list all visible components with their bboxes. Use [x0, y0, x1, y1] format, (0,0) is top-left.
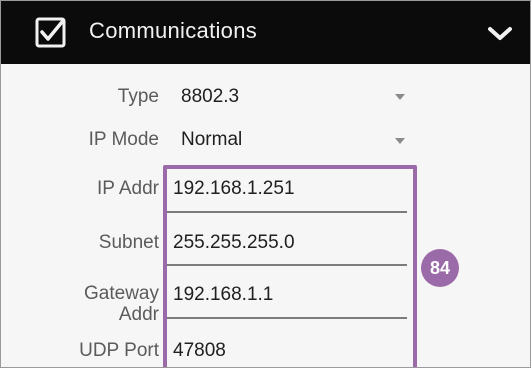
chevron-down-icon[interactable] [486, 25, 514, 43]
communications-panel: Communications Type 8802.3 IP Mode Norma… [0, 0, 531, 368]
gateway-label-line2: Addr [118, 304, 159, 325]
highlight-box [163, 165, 417, 367]
gateway-label-line1: Gateway [84, 283, 159, 304]
panel-header[interactable]: Communications [1, 1, 530, 64]
ip-mode-value: Normal [181, 129, 243, 150]
dropdown-arrow-icon [395, 94, 405, 100]
type-value: 8802.3 [181, 86, 240, 107]
panel-title: Communications [89, 18, 258, 43]
checkbox-checked-icon[interactable] [35, 17, 66, 48]
ip-addr-label: IP Addr [97, 178, 159, 199]
udp-port-label: UDP Port [79, 340, 159, 361]
type-label: Type [117, 86, 159, 107]
callout-badge: 84 [421, 249, 459, 287]
dropdown-arrow-icon [395, 138, 405, 144]
ip-mode-label: IP Mode [88, 129, 159, 150]
subnet-label: Subnet [98, 232, 159, 253]
